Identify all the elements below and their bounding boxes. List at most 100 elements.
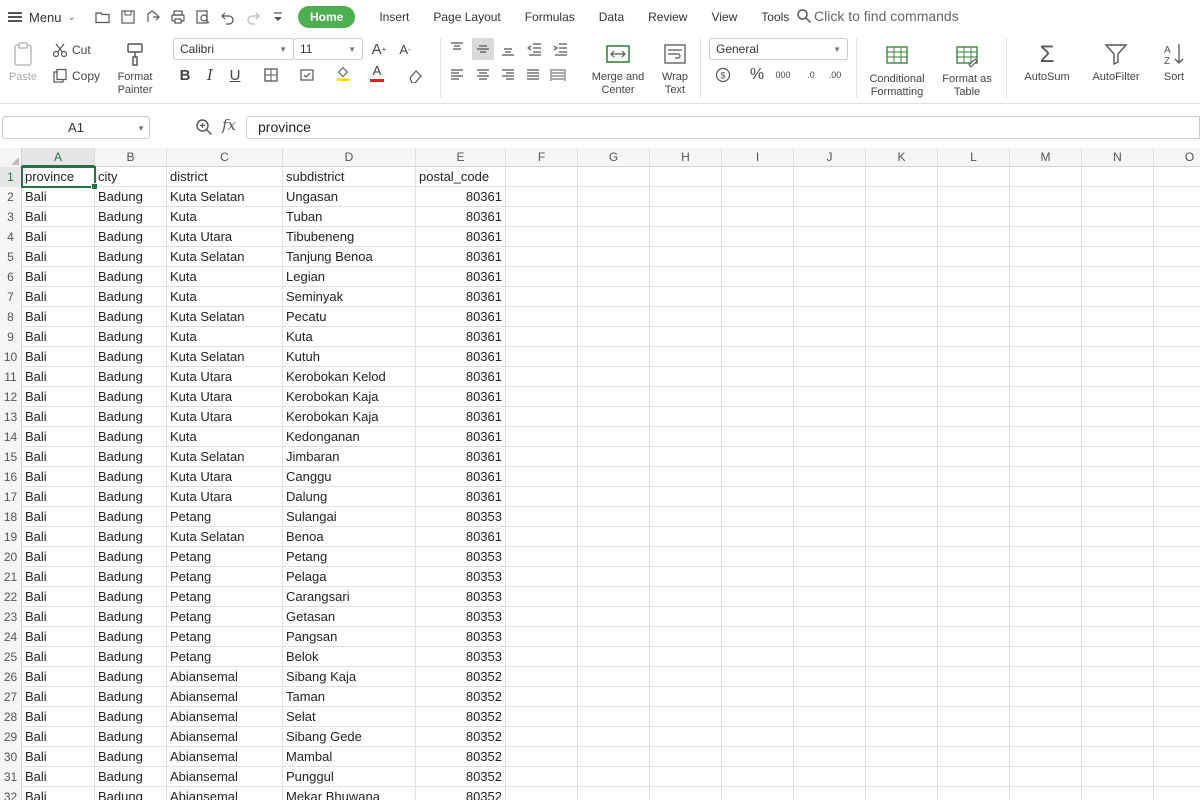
cell-f16[interactable]	[506, 467, 578, 487]
cell-f12[interactable]	[506, 387, 578, 407]
cell-g28[interactable]	[578, 707, 650, 727]
autofilter-button[interactable]: AutoFilter	[1086, 40, 1146, 84]
cell-h30[interactable]	[650, 747, 722, 767]
cell-l20[interactable]	[938, 547, 1010, 567]
cell-o32[interactable]	[1154, 787, 1200, 800]
spreadsheet-grid[interactable]: ABCDEFGHIJKLMNO 1 province city district sub…	[0, 148, 1200, 800]
cell-a32[interactable]: Bali	[22, 787, 95, 800]
row-number[interactable]: 26	[0, 667, 22, 687]
cell-f13[interactable]	[506, 407, 578, 427]
cell-j3[interactable]	[794, 207, 866, 227]
cell-e10[interactable]: 80361	[416, 347, 506, 367]
row-number[interactable]: 21	[0, 567, 22, 587]
cell-b8[interactable]: Badung	[95, 307, 167, 327]
number-format-select[interactable]: General ▼	[709, 38, 848, 60]
cell-h14[interactable]	[650, 427, 722, 447]
cell-f7[interactable]	[506, 287, 578, 307]
cell-b13[interactable]: Badung	[95, 407, 167, 427]
cell-l29[interactable]	[938, 727, 1010, 747]
cell-i16[interactable]	[722, 467, 794, 487]
cell-o12[interactable]	[1154, 387, 1200, 407]
cell-b10[interactable]: Badung	[95, 347, 167, 367]
cell-g15[interactable]	[578, 447, 650, 467]
cell-c32[interactable]: Abiansemal	[167, 787, 283, 800]
cell-g21[interactable]	[578, 567, 650, 587]
cell-m20[interactable]	[1010, 547, 1082, 567]
cell-b16[interactable]: Badung	[95, 467, 167, 487]
cell-l6[interactable]	[938, 267, 1010, 287]
cell-d3[interactable]: Tuban	[283, 207, 416, 227]
cell-d22[interactable]: Carangsari	[283, 587, 416, 607]
cell-d10[interactable]: Kutuh	[283, 347, 416, 367]
cell-l15[interactable]	[938, 447, 1010, 467]
cell-h4[interactable]	[650, 227, 722, 247]
cell-g30[interactable]	[578, 747, 650, 767]
cell-j27[interactable]	[794, 687, 866, 707]
cell-o3[interactable]	[1154, 207, 1200, 227]
cell-e17[interactable]: 80361	[416, 487, 506, 507]
merge-center-button[interactable]: Merge and Center	[590, 40, 646, 97]
cell-e26[interactable]: 80352	[416, 667, 506, 687]
cell-j29[interactable]	[794, 727, 866, 747]
cell-e29[interactable]: 80352	[416, 727, 506, 747]
cell-h29[interactable]	[650, 727, 722, 747]
cell-g10[interactable]	[578, 347, 650, 367]
cell-f18[interactable]	[506, 507, 578, 527]
cell-k24[interactable]	[866, 627, 938, 647]
align-middle-icon[interactable]	[472, 38, 494, 60]
cell-j6[interactable]	[794, 267, 866, 287]
cell-h26[interactable]	[650, 667, 722, 687]
cell-m7[interactable]	[1010, 287, 1082, 307]
cell-a15[interactable]: Bali	[22, 447, 95, 467]
cell-m4[interactable]	[1010, 227, 1082, 247]
cell-c23[interactable]: Petang	[167, 607, 283, 627]
row-number[interactable]: 24	[0, 627, 22, 647]
cell-h22[interactable]	[650, 587, 722, 607]
cell-i12[interactable]	[722, 387, 794, 407]
cell-l17[interactable]	[938, 487, 1010, 507]
cell-g23[interactable]	[578, 607, 650, 627]
cell-o9[interactable]	[1154, 327, 1200, 347]
cell-c31[interactable]: Abiansemal	[167, 767, 283, 787]
cell-l26[interactable]	[938, 667, 1010, 687]
fill-color-icon[interactable]	[334, 64, 352, 82]
cell-i14[interactable]	[722, 427, 794, 447]
cell-a30[interactable]: Bali	[22, 747, 95, 767]
cell-e1[interactable]: postal_code	[416, 167, 506, 187]
cell-k1[interactable]	[866, 167, 938, 187]
cell-a9[interactable]: Bali	[22, 327, 95, 347]
cell-h27[interactable]	[650, 687, 722, 707]
cell-l18[interactable]	[938, 507, 1010, 527]
row-number[interactable]: 27	[0, 687, 22, 707]
cell-d26[interactable]: Sibang Kaja	[283, 667, 416, 687]
cell-m15[interactable]	[1010, 447, 1082, 467]
cell-b20[interactable]: Badung	[95, 547, 167, 567]
cell-c30[interactable]: Abiansemal	[167, 747, 283, 767]
cell-a22[interactable]: Bali	[22, 587, 95, 607]
cell-g32[interactable]	[578, 787, 650, 800]
cell-h3[interactable]	[650, 207, 722, 227]
row-number[interactable]: 13	[0, 407, 22, 427]
cell-c12[interactable]: Kuta Utara	[167, 387, 283, 407]
cell-j20[interactable]	[794, 547, 866, 567]
cell-o2[interactable]	[1154, 187, 1200, 207]
cell-i15[interactable]	[722, 447, 794, 467]
row-number[interactable]: 20	[0, 547, 22, 567]
cell-e28[interactable]: 80352	[416, 707, 506, 727]
cell-d7[interactable]: Seminyak	[283, 287, 416, 307]
cell-l21[interactable]	[938, 567, 1010, 587]
cell-k3[interactable]	[866, 207, 938, 227]
cell-h7[interactable]	[650, 287, 722, 307]
cell-b4[interactable]: Badung	[95, 227, 167, 247]
cell-c5[interactable]: Kuta Selatan	[167, 247, 283, 267]
cell-a29[interactable]: Bali	[22, 727, 95, 747]
cell-d32[interactable]: Mekar Bhuwana	[283, 787, 416, 800]
cell-e7[interactable]: 80361	[416, 287, 506, 307]
cell-i19[interactable]	[722, 527, 794, 547]
cell-b26[interactable]: Badung	[95, 667, 167, 687]
cell-h5[interactable]	[650, 247, 722, 267]
cell-e9[interactable]: 80361	[416, 327, 506, 347]
cell-i10[interactable]	[722, 347, 794, 367]
row-number[interactable]: 19	[0, 527, 22, 547]
cell-b27[interactable]: Badung	[95, 687, 167, 707]
